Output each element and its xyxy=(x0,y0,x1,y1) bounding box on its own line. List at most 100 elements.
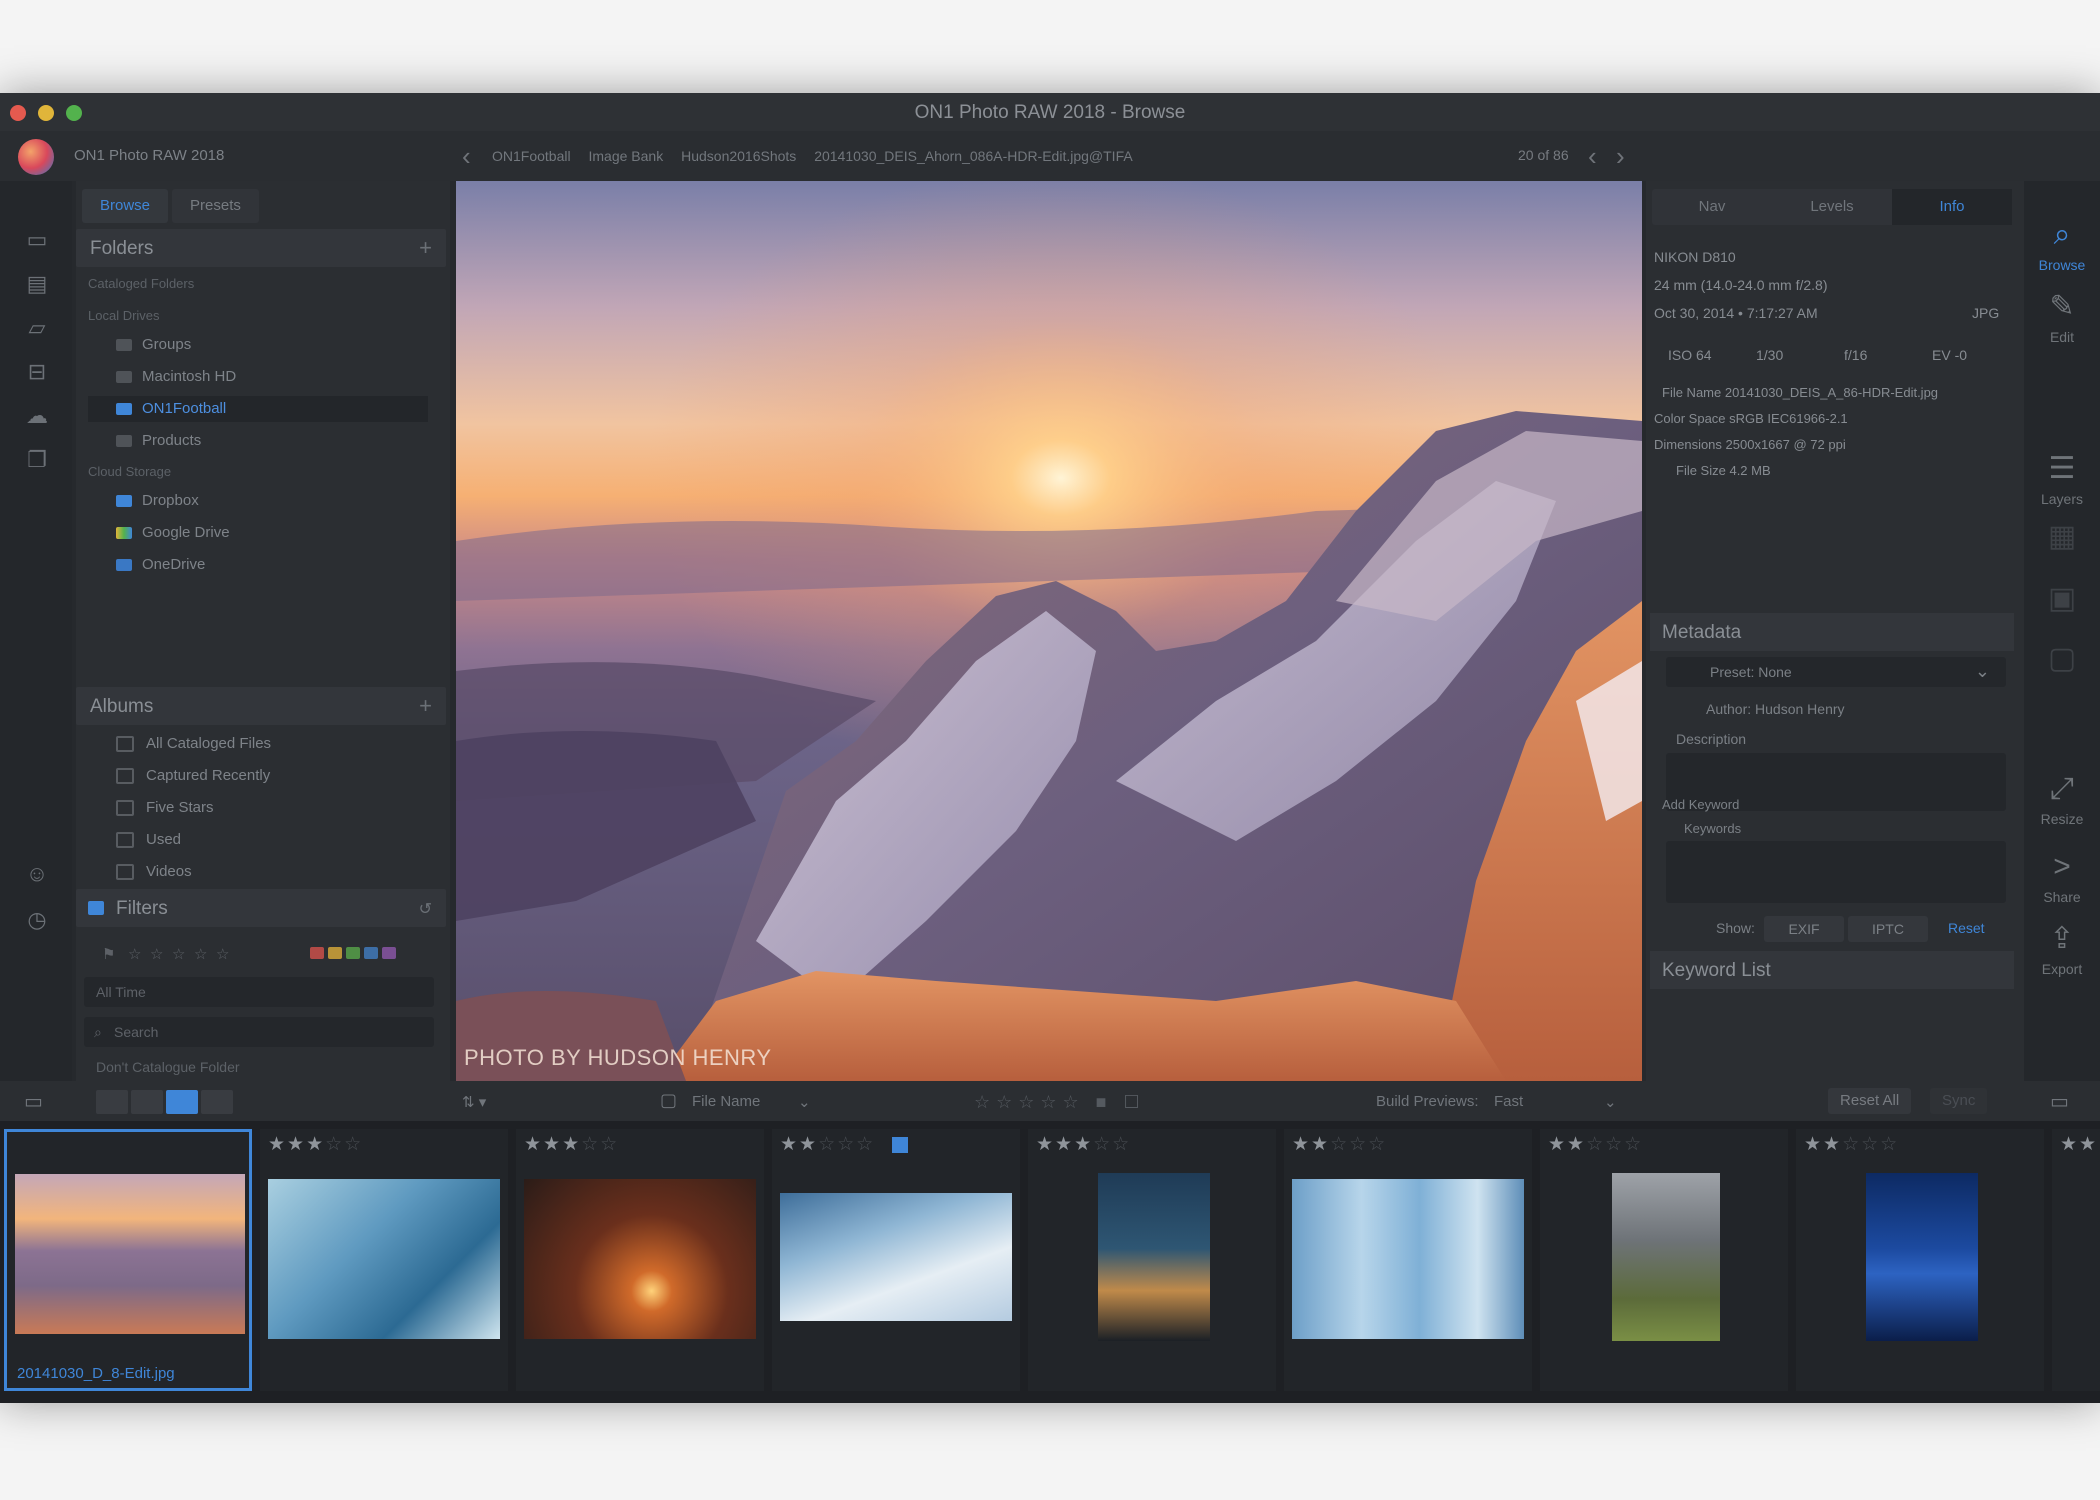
filmstrip-thumbnail[interactable]: ★★☆☆☆ xyxy=(1796,1129,2044,1391)
detail-view-button[interactable] xyxy=(131,1090,163,1114)
filter-search-input[interactable]: Search ⌕ xyxy=(84,1017,434,1047)
sort-field-select[interactable]: File Name xyxy=(692,1093,760,1110)
metadata-header[interactable]: Metadata xyxy=(1650,613,2014,651)
reset-link[interactable]: Reset xyxy=(1948,920,1985,936)
tab-presets[interactable]: Presets xyxy=(172,189,259,223)
breadcrumb-item[interactable]: Hudson2016Shots xyxy=(681,148,796,164)
resize-module-button[interactable]: ⤢ Resize xyxy=(2024,771,2100,827)
breadcrumb-item[interactable]: 20141030_DEIS_Ahorn_086A-HDR-Edit.jpg@TI… xyxy=(814,148,1133,164)
album-item[interactable]: All Cataloged Files xyxy=(88,731,271,757)
star-rating[interactable]: ★★★☆☆ xyxy=(1036,1133,1131,1156)
cloud-item[interactable]: OneDrive xyxy=(88,552,428,578)
reset-filters-icon[interactable]: ↺ xyxy=(419,899,432,919)
album-item[interactable]: Captured Recently xyxy=(88,763,270,789)
star-rating[interactable]: ★★☆☆☆ xyxy=(1548,1133,1643,1156)
computer-icon[interactable]: ▭ xyxy=(22,227,52,253)
folders-header[interactable]: Folders + xyxy=(76,229,446,267)
filmstrip-thumbnail[interactable]: ★★☆☆☆ xyxy=(1284,1129,1532,1391)
panel-toggle-icon[interactable]: ▭ xyxy=(24,1089,43,1114)
cloud-icon[interactable]: ☁ xyxy=(22,403,52,429)
exif-button[interactable]: EXIF xyxy=(1764,916,1844,942)
folder-item[interactable]: Macintosh HD xyxy=(88,364,428,390)
star-filter-icon[interactable]: ☆ xyxy=(216,945,229,963)
filmstrip-thumbnail[interactable]: ★★★☆☆ xyxy=(260,1129,508,1391)
drive-icon[interactable]: ▤ xyxy=(22,271,52,297)
recent-icon[interactable]: ◷ xyxy=(22,907,52,933)
albums-header[interactable]: Albums + xyxy=(76,687,446,725)
folder-label: Groups xyxy=(142,336,192,353)
next-image-icon[interactable]: › xyxy=(1616,141,1625,172)
export-module-button[interactable]: ⇪ Export xyxy=(2024,921,2100,977)
grid-view-button[interactable] xyxy=(96,1090,128,1114)
sync-button[interactable]: Sync xyxy=(1930,1088,1988,1114)
dont-catalog-checkbox-label[interactable]: Don't Catalogue Folder xyxy=(96,1059,240,1075)
yellow-label-filter[interactable] xyxy=(328,947,342,959)
sort-direction-icon[interactable]: ⇅ ▾ xyxy=(462,1093,486,1111)
reject-filter-icon[interactable]: ⚑ xyxy=(102,945,115,963)
iptc-button[interactable]: IPTC xyxy=(1848,916,1928,942)
star-rating[interactable]: ★★☆☆☆ xyxy=(1292,1133,1387,1156)
star-rating[interactable]: ★★☆☆☆ xyxy=(780,1133,875,1156)
star-rating[interactable]: ★★☆☆☆ xyxy=(1804,1133,1899,1156)
layers-module-button[interactable]: ☰ Layers xyxy=(2024,451,2100,507)
folder-item[interactable]: Groups xyxy=(88,332,428,358)
preset-select[interactable]: Preset: None ⌄ xyxy=(1666,657,2006,687)
rating-toolbar[interactable]: ☆☆☆☆☆ ■ ☐ xyxy=(974,1092,1146,1113)
author-field[interactable]: Author: Hudson Henry xyxy=(1706,701,1845,717)
tab-nav[interactable]: Nav xyxy=(1652,189,1772,225)
previous-image-icon[interactable]: ‹ xyxy=(1588,141,1597,172)
add-folder-icon[interactable]: + xyxy=(419,235,432,261)
folder-item-selected[interactable]: ON1Football xyxy=(88,396,428,422)
back-arrow-icon[interactable]: ‹ xyxy=(462,141,471,172)
chevron-down-icon[interactable]: ⌄ xyxy=(798,1093,811,1111)
album-item[interactable]: Used xyxy=(88,827,181,853)
star-filter-icon[interactable]: ☆ xyxy=(150,945,163,963)
filmstrip-thumbnail[interactable]: ★★★☆☆ xyxy=(516,1129,764,1391)
star-filter-icon[interactable]: ☆ xyxy=(128,945,141,963)
filmstrip-thumbnail[interactable]: ★★ xyxy=(2052,1129,2100,1391)
main-photo-preview[interactable]: PHOTO BY HUDSON HENRY xyxy=(456,181,1642,1081)
albums-icon[interactable]: ❐ xyxy=(22,447,52,473)
blue-label-filter[interactable] xyxy=(364,947,378,959)
star-rating[interactable]: ★★★☆☆ xyxy=(268,1133,363,1156)
star-rating[interactable]: ★★ xyxy=(2060,1133,2098,1156)
filters-toggle[interactable] xyxy=(88,901,104,915)
keyword-list-header[interactable]: Keyword List xyxy=(1650,951,2014,989)
build-previews-value[interactable]: Fast xyxy=(1494,1093,1523,1110)
external-drive-icon[interactable]: ⊟ xyxy=(22,359,52,385)
time-filter-select[interactable]: All Time xyxy=(84,977,434,1007)
filters-header[interactable]: Filters ↺ xyxy=(76,889,446,927)
green-label-filter[interactable] xyxy=(346,947,360,959)
album-item[interactable]: Five Stars xyxy=(88,795,214,821)
camera-import-icon[interactable]: ▱ xyxy=(22,315,52,341)
compare-view-button[interactable] xyxy=(201,1090,233,1114)
breadcrumb-item[interactable]: ON1Football xyxy=(492,148,571,164)
tab-browse[interactable]: Browse xyxy=(82,189,169,223)
purple-label-filter[interactable] xyxy=(382,947,396,959)
chevron-down-icon[interactable]: ⌄ xyxy=(1604,1093,1617,1111)
user-icon[interactable]: ☺ xyxy=(22,861,52,887)
cloud-item[interactable]: Google Drive xyxy=(88,520,428,546)
star-rating[interactable]: ★★★☆☆ xyxy=(524,1133,619,1156)
filmstrip-thumbnail[interactable]: ★★☆☆☆ xyxy=(772,1129,1020,1391)
filmstrip-thumbnail[interactable]: ★★★☆☆ xyxy=(1028,1129,1276,1391)
star-filter-icon[interactable]: ☆ xyxy=(172,945,185,963)
tab-levels[interactable]: Levels xyxy=(1772,189,1892,225)
share-module-button[interactable]: > Share xyxy=(2024,849,2100,905)
red-label-filter[interactable] xyxy=(310,947,324,959)
edit-module-button[interactable]: ✎ Edit xyxy=(2024,289,2100,345)
filmstrip-view-button[interactable] xyxy=(166,1090,198,1114)
cloud-item[interactable]: Dropbox xyxy=(88,488,428,514)
album-item[interactable]: Videos xyxy=(88,859,192,885)
tab-info[interactable]: Info xyxy=(1892,189,2012,225)
keywords-input[interactable] xyxy=(1666,841,2006,903)
breadcrumb-item[interactable]: Image Bank xyxy=(588,148,663,164)
folder-item[interactable]: Products xyxy=(88,428,428,454)
panel-toggle-right-icon[interactable]: ▭ xyxy=(2050,1089,2069,1114)
filmstrip-thumbnail[interactable]: ★★☆☆☆ xyxy=(1540,1129,1788,1391)
add-album-icon[interactable]: + xyxy=(419,693,432,719)
filmstrip-thumbnail-selected[interactable]: 20141030_D_8-Edit.jpg xyxy=(4,1129,252,1391)
browse-module-button[interactable]: ⌕ Browse xyxy=(2024,217,2100,273)
star-filter-icon[interactable]: ☆ xyxy=(194,945,207,963)
reset-all-button[interactable]: Reset All xyxy=(1828,1088,1912,1114)
